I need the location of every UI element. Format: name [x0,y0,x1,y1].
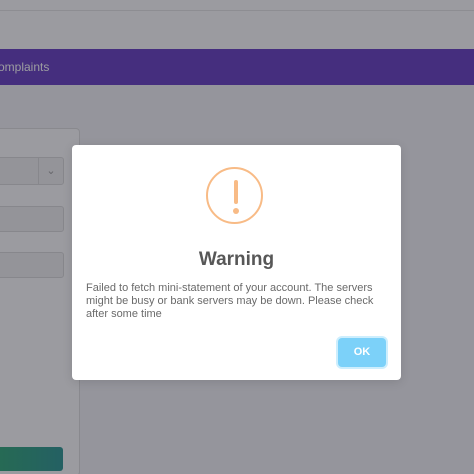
warning-icon-bar [233,180,238,204]
dialog-message-line: after some time [86,308,162,320]
dialog-message: Failed to fetch mini-statement of your a… [86,282,386,321]
app-page: omplaints ⌄ Warning Failed to fetch mini… [0,0,474,474]
ok-button[interactable]: OK [338,338,386,367]
dialog-title: Warning [198,249,275,270]
dialog-message-line: might be busy or bank servers may be dow… [86,295,374,307]
warning-dialog: Warning Failed to fetch mini-statement o… [72,145,401,380]
dialog-message-line: Failed to fetch mini-statement of your a… [86,282,373,294]
warning-icon [206,167,263,224]
warning-icon-dot [232,208,239,214]
